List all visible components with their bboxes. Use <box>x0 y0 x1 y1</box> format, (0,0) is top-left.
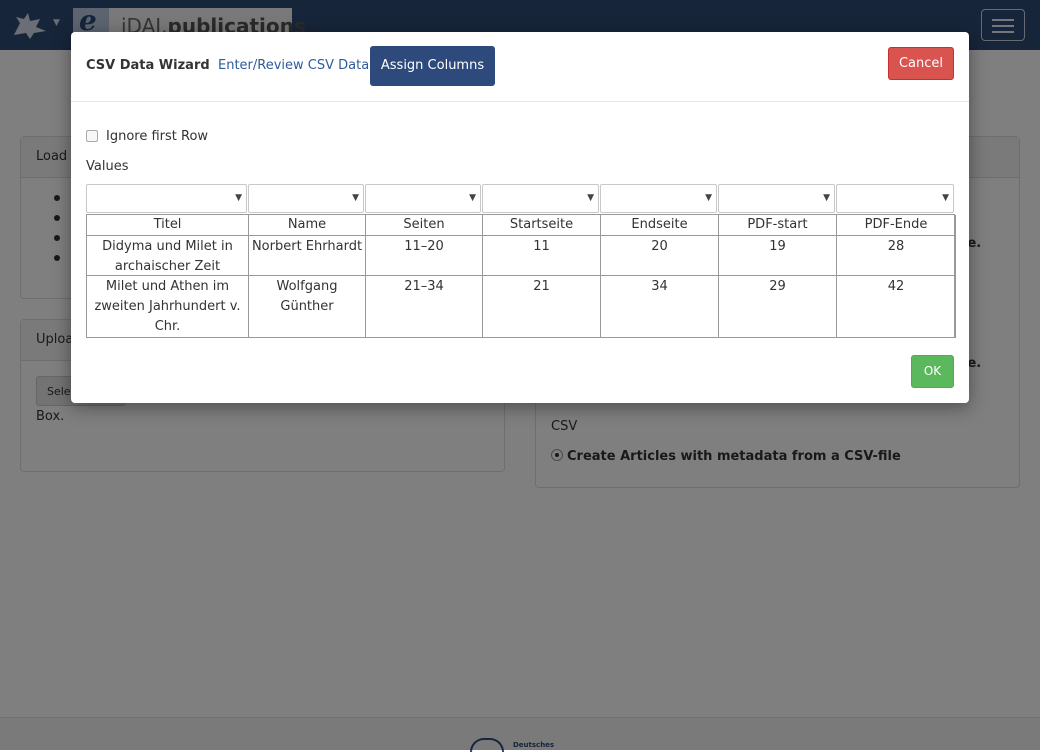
table-cell: 11 <box>483 236 601 276</box>
column-assign-select[interactable]: ▼ <box>248 184 364 213</box>
chevron-down-icon: ▼ <box>705 193 712 203</box>
table-cell: 28 <box>837 236 956 276</box>
chevron-down-icon: ▼ <box>235 193 242 203</box>
table-cell: 29 <box>719 276 837 338</box>
column-header: Titel <box>87 215 249 236</box>
column-assign-select[interactable]: ▼ <box>718 184 835 213</box>
column-header: Endseite <box>601 215 719 236</box>
column-header: Seiten <box>366 215 483 236</box>
step-enter-review[interactable]: Enter/Review CSV Data <box>218 58 369 73</box>
table-cell: 19 <box>719 236 837 276</box>
column-assign-select[interactable]: ▼ <box>482 184 599 213</box>
table-cell: 42 <box>837 276 956 338</box>
table-cell: 11–20 <box>366 236 483 276</box>
modal-header: CSV Data Wizard Enter/Review CSV Data As… <box>71 32 969 102</box>
table-cell: Wolfgang Günther <box>249 276 366 338</box>
table-cell: 21 <box>483 276 601 338</box>
values-label: Values <box>86 159 129 174</box>
column-header: Startseite <box>483 215 601 236</box>
column-assign-select[interactable]: ▼ <box>836 184 954 213</box>
chevron-down-icon: ▼ <box>823 193 830 203</box>
csv-wizard-modal: CSV Data Wizard Enter/Review CSV Data As… <box>71 32 969 403</box>
ignore-first-row-label[interactable]: Ignore first Row <box>106 129 208 144</box>
ignore-first-row-checkbox[interactable] <box>86 130 98 142</box>
column-header: PDF-start <box>719 215 837 236</box>
column-header: PDF-Ende <box>837 215 956 236</box>
table-cell: Milet und Athen im zweiten Jahrhundert v… <box>87 276 249 338</box>
column-header: Name <box>249 215 366 236</box>
table-cell: 20 <box>601 236 719 276</box>
table-cell: 21–34 <box>366 276 483 338</box>
chevron-down-icon: ▼ <box>942 193 949 203</box>
ok-button[interactable]: OK <box>911 355 954 388</box>
csv-table: Titel Name Seiten Startseite Endseite PDF-sta… <box>86 214 956 338</box>
column-assign-select[interactable]: ▼ <box>86 184 247 213</box>
table-cell: Norbert Ehrhardt <box>249 236 366 276</box>
column-assign-select[interactable]: ▼ <box>600 184 717 213</box>
chevron-down-icon: ▼ <box>587 193 594 203</box>
chevron-down-icon: ▼ <box>469 193 476 203</box>
column-assign-select[interactable]: ▼ <box>365 184 481 213</box>
table-cell: Didyma und Milet in archaischer Zeit <box>87 236 249 276</box>
chevron-down-icon: ▼ <box>352 193 359 203</box>
table-cell: 34 <box>601 276 719 338</box>
cancel-button[interactable]: Cancel <box>888 47 954 80</box>
step-assign-columns[interactable]: Assign Columns <box>370 46 495 86</box>
wizard-title: CSV Data Wizard <box>86 58 210 73</box>
